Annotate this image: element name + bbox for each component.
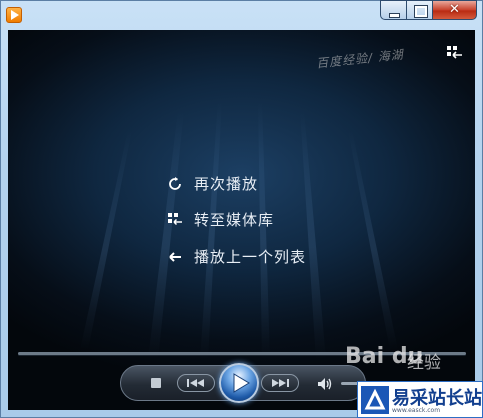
play-icon: [233, 373, 250, 393]
playback-controls: [120, 363, 366, 403]
minimize-icon: [389, 13, 400, 18]
switch-to-library-icon[interactable]: [447, 46, 463, 60]
go-to-library-label: 转至媒体库: [194, 210, 275, 229]
close-icon: ✕: [449, 2, 460, 17]
play-previous-list-label: 播放上一个列表: [194, 247, 307, 266]
next-button[interactable]: [261, 374, 299, 392]
back-arrow-icon: [168, 249, 182, 263]
replay-label: 再次播放: [194, 174, 259, 193]
play-previous-list-menu-item[interactable]: 播放上一个列表: [168, 246, 306, 266]
library-icon: [168, 212, 182, 226]
site-logo-icon: [361, 386, 389, 414]
stop-button[interactable]: [151, 378, 161, 388]
replay-menu-item[interactable]: 再次播放: [168, 173, 258, 193]
site-url: www.easck.com: [392, 407, 441, 414]
go-to-library-menu-item[interactable]: 转至媒体库: [168, 209, 274, 229]
next-icon: [272, 379, 289, 387]
close-button[interactable]: ✕: [432, 0, 477, 20]
maximize-icon: [414, 5, 428, 18]
caption-buttons: ✕: [380, 0, 477, 22]
play-button[interactable]: [219, 363, 259, 403]
media-player-window: ✕ 百度经验/ 海湖 再次播放 转至媒体库 播放上一个列表 Bai du 经验 …: [0, 0, 483, 418]
speaker-icon: [318, 378, 332, 390]
video-area: 百度经验/ 海湖 再次播放 转至媒体库 播放上一个列表 Bai du 经验: [8, 30, 475, 410]
volume-button[interactable]: [317, 376, 333, 395]
windows-media-player-icon[interactable]: [6, 7, 22, 23]
minimize-button[interactable]: [380, 0, 406, 20]
previous-icon: [187, 379, 204, 387]
site-watermark: 易采站长站 www.easck.com: [357, 381, 483, 418]
previous-button[interactable]: [177, 374, 215, 392]
maximize-button[interactable]: [406, 0, 432, 20]
replay-icon: [168, 176, 182, 190]
baidu-jingyan-watermark: Bai du 经验: [345, 342, 465, 378]
baidu-jingyan-text: 经验: [407, 353, 441, 373]
